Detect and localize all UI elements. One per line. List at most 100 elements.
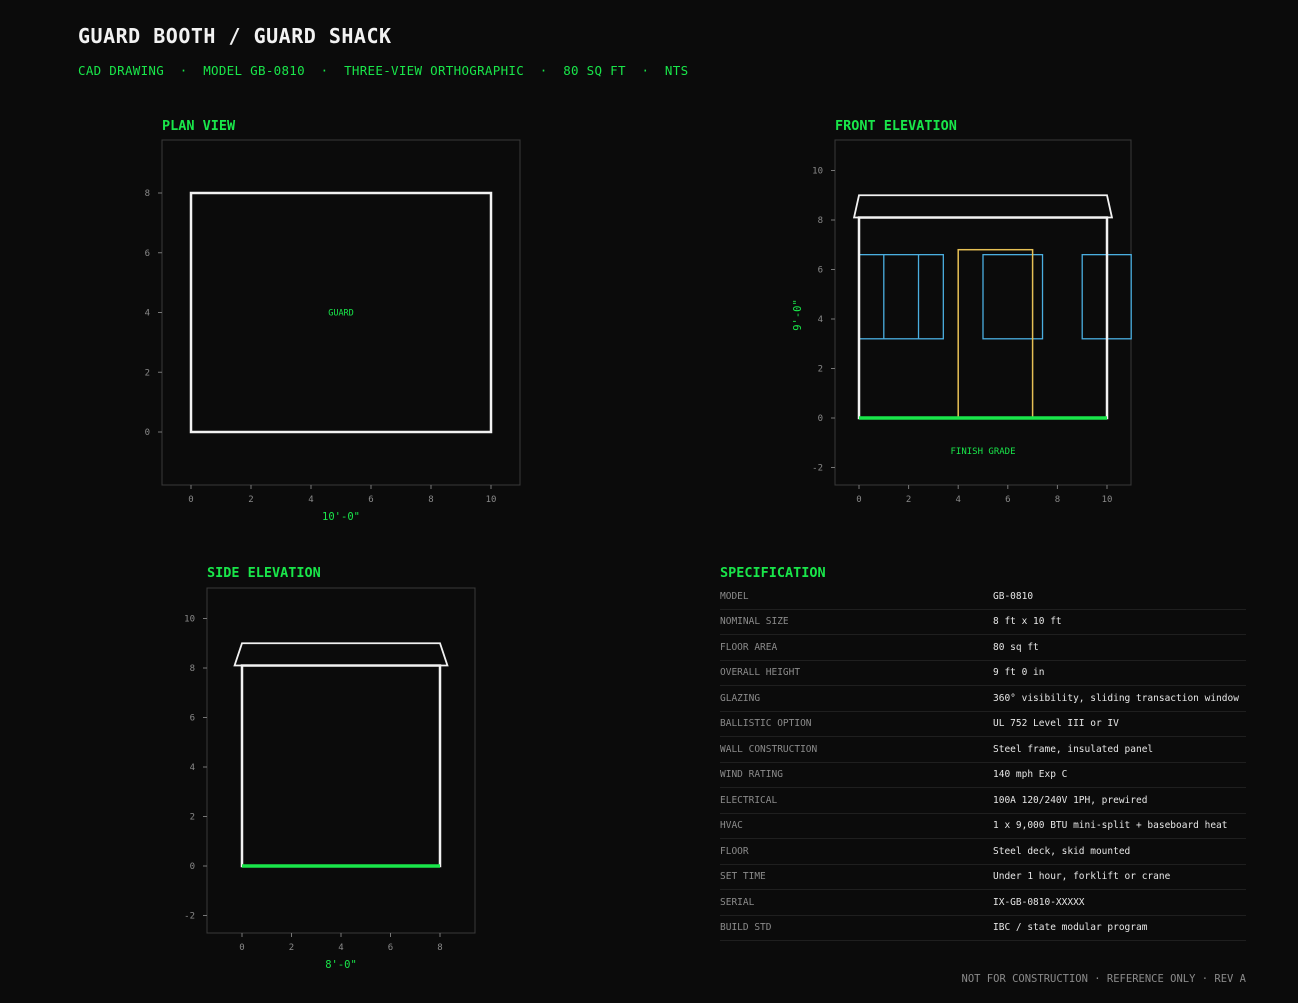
plan-frame [161, 139, 521, 486]
front-window-right [1081, 253, 1132, 340]
plan-y-tick-label: 8 [145, 189, 150, 199]
front-y-tick-label: 10 [812, 167, 823, 177]
front-y-tick-label: -2 [812, 464, 823, 474]
side-wall-outline [240, 664, 442, 868]
front-wall-outline [857, 216, 1109, 420]
footer-note: NOT FOR CONSTRUCTION · REFERENCE ONLY · … [961, 973, 1246, 985]
spec-row: HVAC 1 x 9,000 BTU mini-split + baseboard… [720, 813, 1246, 839]
spec-row: SERIAL IX-GB-0810-XXXXX [720, 889, 1246, 916]
spec-key: BALLISTIC OPTION [720, 711, 993, 737]
spec-row: MODEL GB-0810 [720, 584, 1246, 610]
spec-value: 1 x 9,000 BTU mini-split + baseboard hea… [993, 813, 1246, 839]
plan-view-title: PLAN VIEW [162, 118, 236, 134]
spec-value: Steel deck, skid mounted [993, 838, 1246, 865]
front-x-tick-label: 6 [1005, 495, 1010, 505]
spec-key: SERIAL [720, 889, 993, 916]
side-x-tick-label: 4 [338, 943, 343, 953]
plan-x-tick-label: 8 [428, 495, 433, 505]
side-x-tick-label: 8 [437, 943, 442, 953]
spec-key: ELECTRICAL [720, 787, 993, 814]
side-x-tick-label: 2 [289, 943, 294, 953]
front-x-tick-label: 8 [1055, 495, 1060, 505]
page-title: GUARD BOOTH / GUARD SHACK [78, 24, 392, 48]
plan-width-dimension: 10'-0" [322, 511, 360, 523]
front-elevation-title: FRONT ELEVATION [835, 118, 957, 134]
front-window-center [982, 253, 1044, 340]
spec-value: UL 752 Level III or IV [993, 711, 1246, 737]
spec-row: BUILD STD IBC / state modular program [720, 915, 1246, 941]
front-height-dimension: 9'-0" [792, 299, 804, 331]
front-x-tick-label: 10 [1102, 495, 1113, 505]
side-width-dimension: 8'-0" [325, 959, 357, 971]
side-y-tick-label: 10 [184, 615, 195, 625]
spec-row: WALL CONSTRUCTION Steel frame, insulated … [720, 736, 1246, 763]
spec-row: GLAZING 360° visibility, sliding transact… [720, 685, 1246, 712]
front-x-tick-label: 0 [856, 495, 861, 505]
spec-value: 100A 120/240V 1PH, prewired [993, 787, 1246, 814]
front-y-tick-label: 8 [818, 216, 823, 226]
front-y-tick-label: 2 [818, 365, 823, 375]
spec-value: IBC / state modular program [993, 915, 1246, 941]
front-x-tick-label: 4 [955, 495, 960, 505]
side-y-tick-label: 2 [190, 813, 195, 823]
spec-value: 8 ft x 10 ft [993, 609, 1246, 635]
plan-x-tick-label: 6 [368, 495, 373, 505]
plan-x-tick-label: 4 [308, 495, 313, 505]
plan-x-tick-label: 10 [486, 495, 497, 505]
front-y-tick-label: 4 [818, 315, 823, 325]
front-roof [852, 194, 1114, 219]
front-window-left [858, 253, 944, 340]
plan-wall-outline [189, 191, 493, 434]
side-x-tick-label: 0 [239, 943, 244, 953]
specification-table: MODEL GB-0810 NOMINAL SIZE 8 ft x 10 ft FLOO… [720, 584, 1246, 941]
spec-value: 80 sq ft [993, 634, 1246, 661]
spec-key: FLOOR [720, 838, 993, 865]
spec-key: HVAC [720, 813, 993, 839]
spec-value: IX-GB-0810-XXXXX [993, 889, 1246, 916]
side-y-tick-label: 6 [190, 714, 195, 724]
side-y-tick-label: 4 [190, 763, 195, 773]
spec-row: NOMINAL SIZE 8 ft x 10 ft [720, 609, 1246, 635]
spec-value: 360° visibility, sliding transaction win… [993, 685, 1246, 712]
spec-value: Steel frame, insulated panel [993, 736, 1246, 763]
spec-row: ELECTRICAL 100A 120/240V 1PH, prewired [720, 787, 1246, 814]
spec-key: SET TIME [720, 864, 993, 890]
side-y-tick-label: 8 [190, 664, 195, 674]
spec-row: FLOOR Steel deck, skid mounted [720, 838, 1246, 865]
page-subtitle: CAD DRAWING · MODEL GB-0810 · THREE-VIEW… [78, 63, 689, 78]
front-x-tick-label: 2 [906, 495, 911, 505]
spec-key: OVERALL HEIGHT [720, 660, 993, 686]
plan-room-label: GUARD [328, 309, 354, 319]
spec-row: OVERALL HEIGHT 9 ft 0 in [720, 660, 1246, 686]
spec-value: Under 1 hour, forklift or crane [993, 864, 1246, 890]
spec-row: WIND RATING 140 mph Exp C [720, 762, 1246, 788]
plan-x-tick-label: 0 [188, 495, 193, 505]
side-roof [233, 642, 449, 667]
specification-title: SPECIFICATION [720, 565, 826, 581]
spec-key: WIND RATING [720, 762, 993, 788]
front-y-tick-label: 0 [818, 414, 823, 424]
spec-value: 140 mph Exp C [993, 762, 1246, 788]
spec-row: BALLISTIC OPTION UL 752 Level III or IV [720, 711, 1246, 737]
spec-value: 9 ft 0 in [993, 660, 1246, 686]
side-frame [206, 587, 476, 934]
spec-key: FLOOR AREA [720, 634, 993, 661]
side-elevation-title: SIDE ELEVATION [207, 565, 321, 581]
side-x-tick-label: 6 [388, 943, 393, 953]
spec-row: FLOOR AREA 80 sq ft [720, 634, 1246, 661]
plan-y-tick-label: 4 [145, 309, 150, 319]
spec-key: WALL CONSTRUCTION [720, 736, 993, 763]
spec-key: MODEL [720, 584, 993, 610]
spec-value: GB-0810 [993, 584, 1246, 610]
spec-key: BUILD STD [720, 915, 993, 941]
spec-row: SET TIME Under 1 hour, forklift or crane [720, 864, 1246, 890]
side-y-tick-label: -2 [184, 912, 195, 922]
plan-y-tick-label: 0 [145, 428, 150, 438]
plan-y-tick-label: 6 [145, 249, 150, 259]
plan-x-tick-label: 2 [248, 495, 253, 505]
side-y-tick-label: 0 [190, 862, 195, 872]
spec-key: NOMINAL SIZE [720, 609, 993, 635]
front-frame [834, 139, 1132, 486]
plan-y-tick-label: 2 [145, 368, 150, 378]
spec-key: GLAZING [720, 685, 993, 712]
